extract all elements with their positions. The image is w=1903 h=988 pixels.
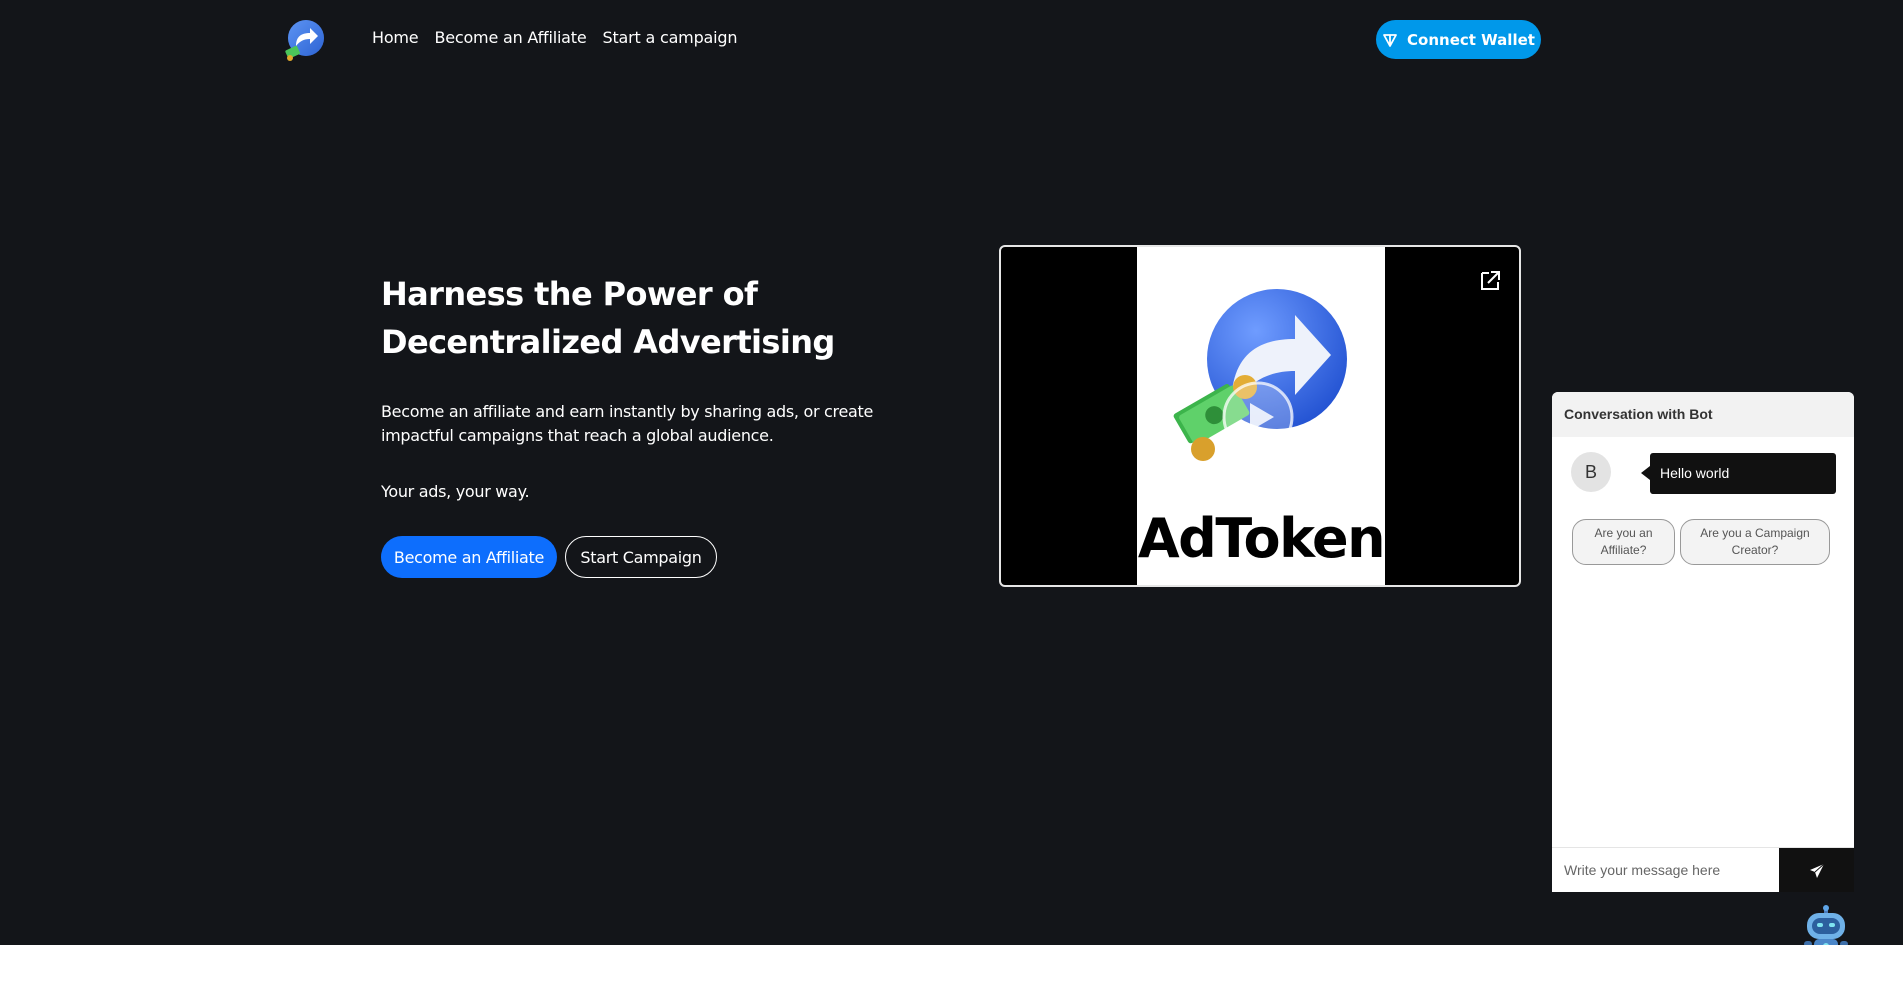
navbar: Home Become an Affiliate Start a campaig… bbox=[0, 0, 1903, 80]
hero-title-line2: Decentralized Advertising bbox=[381, 323, 835, 361]
nav-link-become-affiliate[interactable]: Become an Affiliate bbox=[434, 28, 586, 47]
chat-message-input[interactable] bbox=[1552, 848, 1779, 892]
share-arrow-logo-icon[interactable] bbox=[280, 18, 326, 64]
nav-link-home[interactable]: Home bbox=[372, 28, 419, 47]
hero-description-line2: impactful campaigns that reach a global … bbox=[381, 426, 774, 445]
play-icon[interactable] bbox=[1222, 381, 1294, 453]
start-campaign-button[interactable]: Start Campaign bbox=[565, 536, 717, 578]
chat-widget: Conversation with Bot B Hello world Are … bbox=[1552, 392, 1854, 892]
page: Home Become an Affiliate Start a campaig… bbox=[0, 0, 1903, 988]
option-affiliate-line2: Affiliate? bbox=[1600, 543, 1647, 557]
footer-strip bbox=[0, 945, 1903, 988]
connect-wallet-button[interactable]: Connect Wallet bbox=[1376, 20, 1541, 59]
nav-links: Home Become an Affiliate Start a campaig… bbox=[372, 28, 737, 47]
hero-description: Become an affiliate and earn instantly b… bbox=[381, 400, 881, 448]
bot-avatar: B bbox=[1571, 452, 1611, 492]
ton-diamond-icon bbox=[1383, 33, 1397, 47]
become-affiliate-button[interactable]: Become an Affiliate bbox=[381, 536, 557, 578]
option-affiliate-line1: Are you an bbox=[1594, 526, 1653, 540]
promo-video[interactable]: AdToken bbox=[999, 245, 1521, 587]
bot-message-bubble: Hello world bbox=[1641, 453, 1836, 494]
chat-header: Conversation with Bot bbox=[1552, 392, 1854, 437]
video-brand-text: AdToken bbox=[1137, 507, 1386, 570]
hero-tagline: Your ads, your way. bbox=[381, 482, 530, 501]
option-creator-line2: Creator? bbox=[1731, 543, 1779, 557]
option-creator-line1: Are you a Campaign bbox=[1700, 526, 1810, 540]
option-campaign-creator-button[interactable]: Are you a Campaign Creator? bbox=[1680, 519, 1830, 565]
open-external-icon[interactable] bbox=[1478, 269, 1502, 293]
hero-description-line1: Become an affiliate and earn instantly b… bbox=[381, 402, 874, 421]
nav-link-start-campaign[interactable]: Start a campaign bbox=[603, 28, 738, 47]
send-paper-plane-icon bbox=[1809, 863, 1824, 878]
hero-title-line1: Harness the Power of bbox=[381, 275, 758, 313]
chat-input-bar bbox=[1552, 847, 1854, 892]
hero-title: Harness the Power of Decentralized Adver… bbox=[381, 270, 901, 366]
connect-wallet-label: Connect Wallet bbox=[1407, 30, 1535, 49]
send-button[interactable] bbox=[1779, 848, 1854, 892]
option-affiliate-button[interactable]: Are you an Affiliate? bbox=[1572, 519, 1675, 565]
